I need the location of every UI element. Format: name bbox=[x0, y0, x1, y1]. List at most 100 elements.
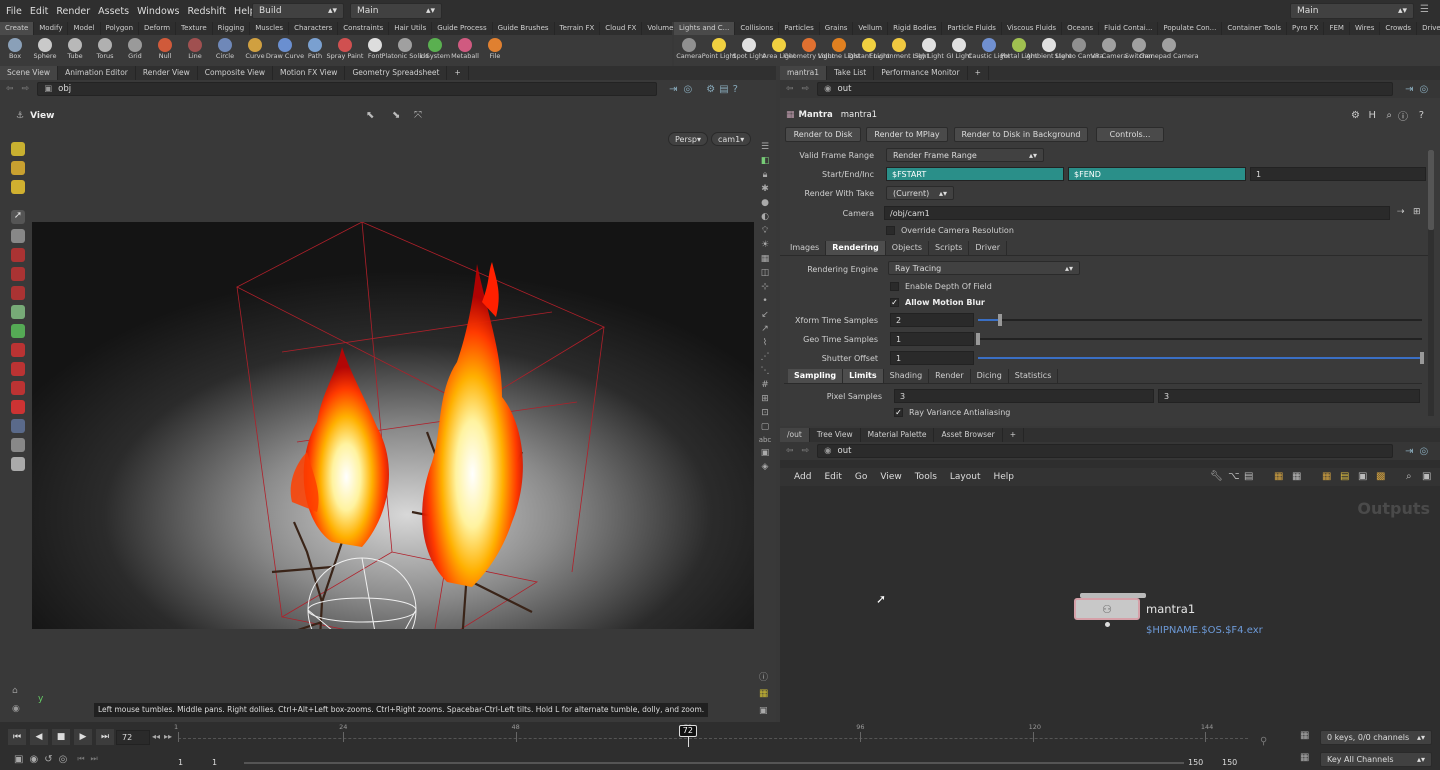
xform-slider-track[interactable] bbox=[978, 314, 1422, 326]
realtime-icon[interactable]: ▣ bbox=[14, 754, 23, 765]
shelf-tab-4[interactable]: Vellum bbox=[853, 22, 889, 35]
menu-redshift[interactable]: Redshift bbox=[187, 6, 226, 17]
snap-icon[interactable]: ⬊ bbox=[392, 110, 400, 121]
hull-icon[interactable]: ⌇ bbox=[763, 338, 767, 348]
add-tab-icon[interactable]: + bbox=[447, 66, 469, 80]
shelf-tab-13[interactable]: FEM bbox=[1324, 22, 1350, 35]
render-tab-4[interactable]: Driver bbox=[969, 241, 1008, 255]
scene-tab-1[interactable]: Animation Editor bbox=[58, 66, 136, 80]
shelf-tool-0[interactable]: Camera bbox=[676, 38, 702, 60]
info-icon[interactable]: ⓘ bbox=[759, 670, 768, 683]
shelf-tool-10[interactable]: Path bbox=[302, 38, 328, 60]
motion-blur-checkbox[interactable]: ✓ bbox=[890, 298, 899, 307]
rendering-engine-select[interactable]: Ray Tracing ▴▾ bbox=[888, 261, 1080, 275]
forward-arrow-icon[interactable]: ⇨ bbox=[22, 84, 30, 94]
shelf-tool-4[interactable]: Grid bbox=[122, 38, 148, 60]
network-tab-0[interactable]: /out bbox=[780, 428, 810, 442]
render-to-disk-button[interactable]: Render to Disk bbox=[785, 127, 861, 142]
right-main-select[interactable]: Main ▴▾ bbox=[1290, 3, 1414, 19]
pin-icon[interactable]: ⇥ bbox=[1405, 446, 1413, 457]
shelf-tab-8[interactable]: Characters bbox=[289, 22, 339, 35]
param-tab-1[interactable]: Take List bbox=[827, 66, 875, 80]
scene-tab-5[interactable]: Geometry Spreadsheet bbox=[345, 66, 448, 80]
sampling-tab-0[interactable]: Sampling bbox=[788, 369, 844, 383]
shelf-tool-8[interactable]: Sky Light bbox=[914, 38, 944, 60]
sampling-tab-5[interactable]: Statistics bbox=[1008, 369, 1059, 383]
keys-status[interactable]: 0 keys, 0/0 channels ▴▾ bbox=[1320, 730, 1432, 745]
scene-tab-2[interactable]: Render View bbox=[136, 66, 198, 80]
pin-icon[interactable]: ⇥ bbox=[1405, 84, 1413, 95]
shelf-tool-14[interactable]: VR Camera bbox=[1091, 38, 1127, 60]
shelf-tool-7[interactable]: Circle bbox=[212, 38, 238, 60]
snap-magnet-icon[interactable] bbox=[11, 400, 25, 414]
node-info-icon[interactable]: ⓘ bbox=[1398, 108, 1408, 123]
stop-icon[interactable]: ■ bbox=[52, 729, 70, 745]
image-icon[interactable]: ▩ bbox=[1376, 471, 1385, 482]
shelf-tab-2[interactable]: Model bbox=[68, 22, 101, 35]
network-menu-5[interactable]: Layout bbox=[950, 472, 981, 482]
network-box-icon[interactable]: ▣ bbox=[1358, 471, 1367, 482]
shelf-tool-1[interactable]: Sphere bbox=[32, 38, 58, 60]
list-icon[interactable]: ▤ bbox=[1244, 471, 1253, 482]
sync-icon[interactable]: ◎ bbox=[59, 754, 68, 765]
scene-tab-4[interactable]: Motion FX View bbox=[273, 66, 346, 80]
network-menu-4[interactable]: Tools bbox=[915, 472, 937, 482]
select-edges-icon[interactable] bbox=[11, 180, 25, 194]
texture-icon[interactable]: ▦ bbox=[761, 254, 770, 264]
shelf-tab-9[interactable]: Fluid Contai... bbox=[1099, 22, 1159, 35]
param-path-field[interactable]: ◉ out bbox=[817, 82, 1394, 96]
sampling-tab-3[interactable]: Render bbox=[929, 369, 971, 383]
shelf-tab-6[interactable]: Particle Fluids bbox=[942, 22, 1002, 35]
menu-windows[interactable]: Windows bbox=[137, 6, 179, 17]
shelf-tab-3[interactable]: Polygon bbox=[101, 22, 140, 35]
shelf-tab-14[interactable]: Wires bbox=[1350, 22, 1381, 35]
scale-icon[interactable] bbox=[11, 286, 25, 300]
scene-tab-3[interactable]: Composite View bbox=[198, 66, 273, 80]
audio-toggle-icon[interactable]: ◉ bbox=[29, 754, 38, 765]
menu-edit[interactable]: Edit bbox=[30, 6, 48, 17]
render-tab-3[interactable]: Scripts bbox=[929, 241, 970, 255]
shutter-offset-field[interactable]: 1 bbox=[890, 351, 974, 365]
select-points-icon[interactable] bbox=[11, 161, 25, 175]
sampling-tab-4[interactable]: Dicing bbox=[970, 369, 1009, 383]
network-tab-1[interactable]: Tree View bbox=[810, 428, 861, 442]
pin-icon[interactable]: ⇥ bbox=[669, 84, 677, 95]
network-path-field[interactable]: ◉ out bbox=[817, 444, 1394, 458]
rotate-icon[interactable] bbox=[11, 267, 25, 281]
select-mode-icon[interactable]: ⬉ bbox=[366, 110, 374, 121]
add-tab-icon[interactable]: + bbox=[1003, 428, 1025, 442]
shelf-tool-6[interactable]: Line bbox=[182, 38, 208, 60]
sticky-note-icon[interactable]: ▤ bbox=[1340, 471, 1349, 482]
node-help-icon[interactable]: ? bbox=[1419, 110, 1424, 121]
shelf-tab-8[interactable]: Oceans bbox=[1062, 22, 1100, 35]
playhead-marker[interactable]: 72 bbox=[678, 725, 697, 737]
origin-icon[interactable]: ⊡ bbox=[761, 408, 769, 418]
shading-icon[interactable]: ● bbox=[761, 198, 769, 208]
menu-assets[interactable]: Assets bbox=[98, 6, 129, 17]
pose-icon[interactable] bbox=[11, 324, 25, 338]
shelf-tab-0[interactable]: Create bbox=[0, 22, 35, 35]
view-menu-icon[interactable]: ⚓ bbox=[16, 111, 24, 121]
network-tab-2[interactable]: Material Palette bbox=[861, 428, 935, 442]
normals-icon[interactable]: • bbox=[762, 296, 767, 306]
geo-slider-handle[interactable] bbox=[976, 333, 980, 345]
shelf-tab-12[interactable]: Pyro FX bbox=[1287, 22, 1325, 35]
sampling-tab-1[interactable]: Limits bbox=[843, 369, 884, 383]
settings-icon[interactable]: ⚙ bbox=[706, 84, 715, 95]
shelf-tool-10[interactable]: Caustic Light bbox=[968, 38, 1010, 60]
camera-menu[interactable]: cam1 ▾ bbox=[711, 132, 751, 146]
network-tab-3[interactable]: Asset Browser bbox=[934, 428, 1003, 442]
shelf-tab-2[interactable]: Particles bbox=[779, 22, 820, 35]
next-key-icon[interactable]: ⏭ bbox=[91, 754, 98, 765]
background-icon[interactable]: ◫ bbox=[761, 268, 770, 278]
camera-jump-icon[interactable]: ⇢ bbox=[1397, 207, 1405, 217]
shelf-tool-14[interactable]: L-System bbox=[420, 38, 450, 60]
shelf-tool-1[interactable]: Point Light bbox=[702, 38, 736, 60]
camera-browse-icon[interactable]: ⊞ bbox=[1413, 207, 1421, 217]
pixel-samples-y-field[interactable]: 3 bbox=[1158, 389, 1420, 403]
key-icon[interactable]: ▦ bbox=[1300, 730, 1309, 741]
override-resolution-checkbox[interactable] bbox=[886, 226, 895, 235]
key-channels-select[interactable]: Key All Channels ▴▾ bbox=[1320, 752, 1432, 767]
start-field[interactable]: $FSTART bbox=[886, 167, 1064, 181]
audio-icon[interactable]: ⚲ bbox=[1260, 736, 1267, 747]
